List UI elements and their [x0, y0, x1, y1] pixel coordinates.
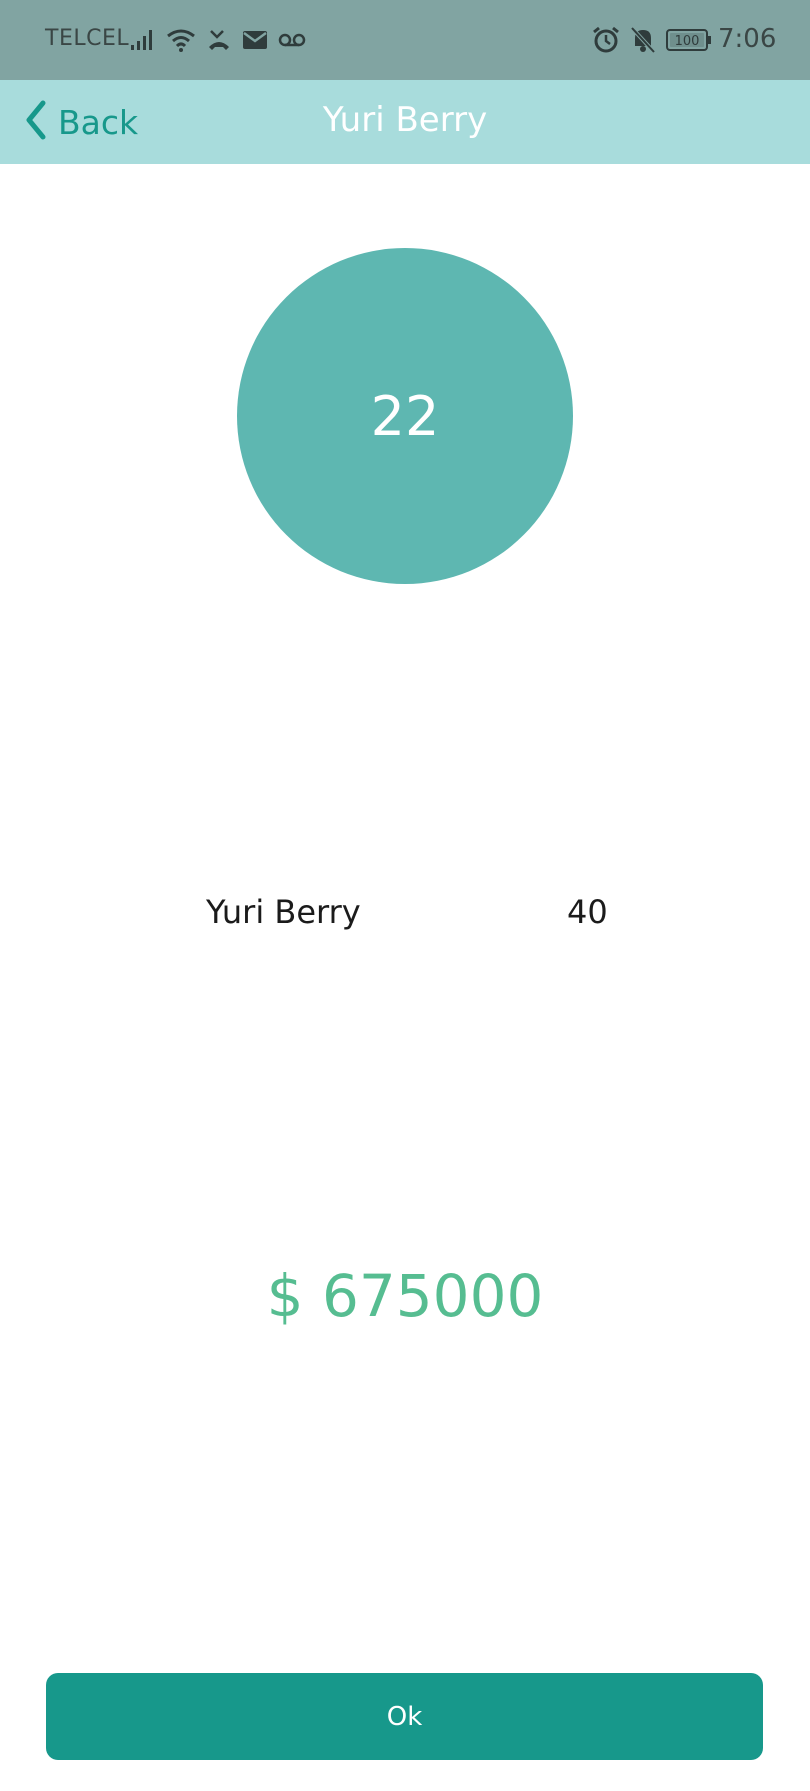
voicemail-icon — [278, 32, 306, 48]
carrier-name: TELCEL — [45, 26, 130, 51]
battery-icon: 100 — [666, 28, 712, 52]
nav-bar: Yuri Berry Back — [0, 80, 810, 164]
value-circle: 22 — [237, 248, 573, 584]
bell-off-icon — [630, 26, 656, 54]
wifi-icon — [166, 28, 196, 52]
circle-value: 22 — [370, 384, 440, 448]
signal-icon — [130, 29, 156, 51]
back-label: Back — [58, 102, 139, 142]
amount-display: $ 675000 — [266, 1262, 544, 1330]
svg-text:100: 100 — [675, 34, 700, 49]
status-time: 7:06 — [718, 24, 777, 54]
chevron-left-icon — [24, 100, 48, 144]
status-bar: TELCEL 100 7:06 — [0, 0, 810, 80]
info-value: 40 — [567, 893, 608, 931]
missed-call-icon — [206, 28, 232, 52]
back-button[interactable]: Back — [24, 96, 138, 148]
status-icons-right: 100 — [592, 24, 712, 56]
status-icons-left — [130, 24, 306, 56]
mail-icon — [242, 29, 268, 51]
ok-button-label: Ok — [386, 1701, 423, 1732]
alarm-icon — [592, 26, 620, 54]
info-name: Yuri Berry — [206, 893, 361, 931]
ok-button[interactable]: Ok — [46, 1673, 763, 1760]
